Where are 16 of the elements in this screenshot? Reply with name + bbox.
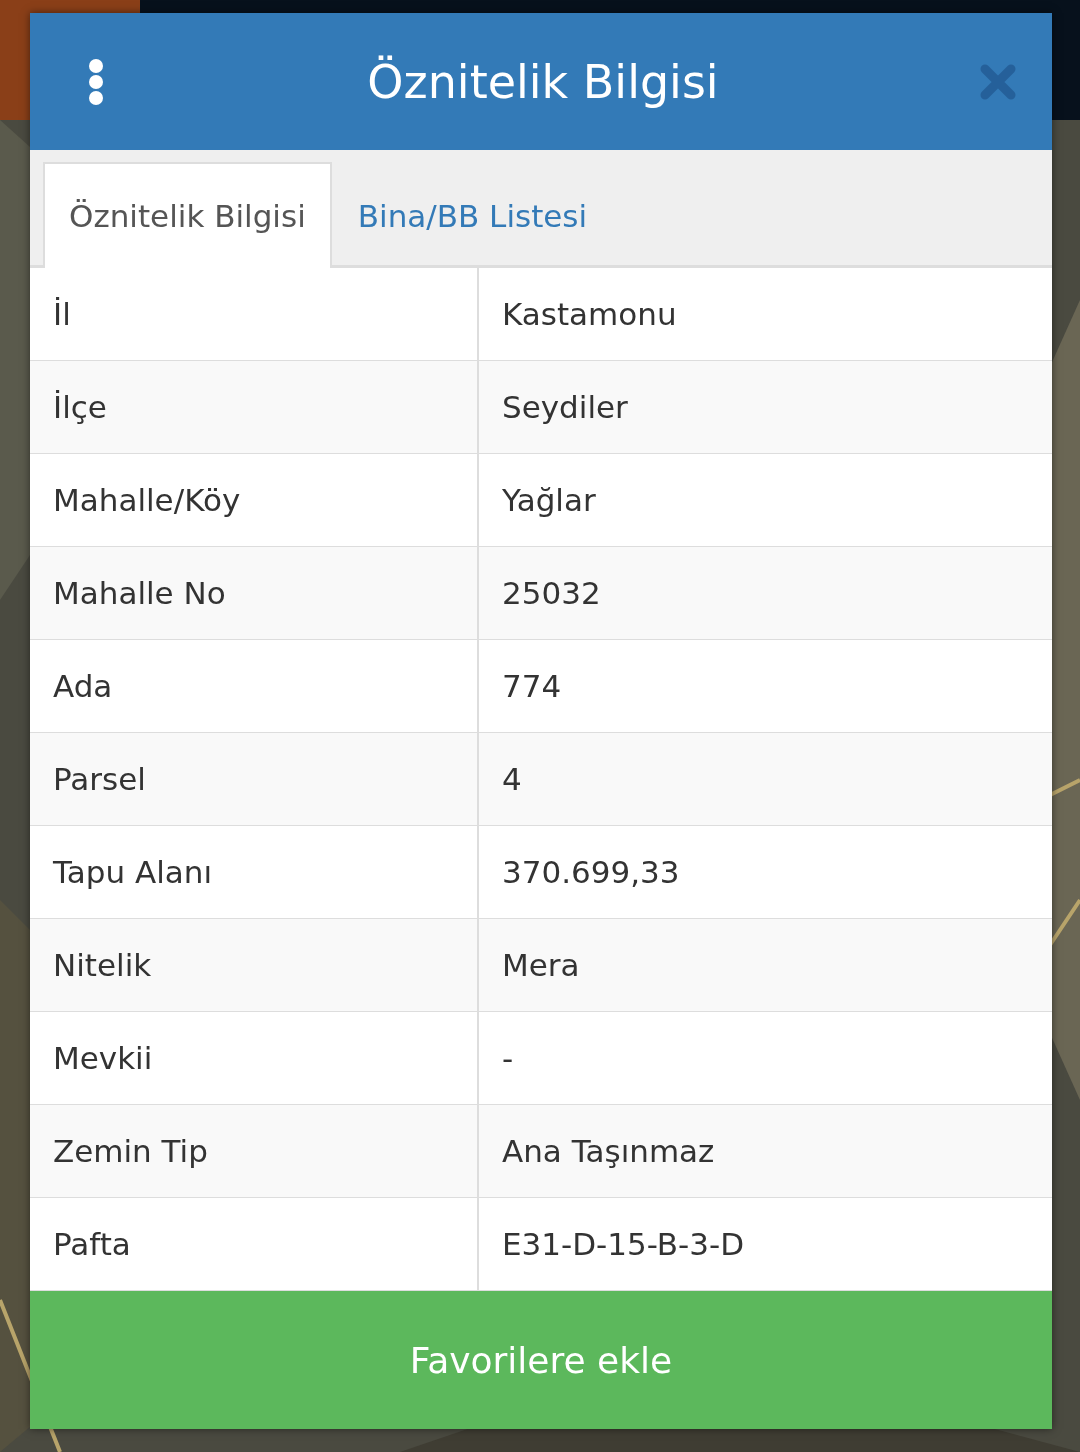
add-to-favorites-button[interactable]: Favorilere ekle	[30, 1291, 1052, 1429]
value-cell-text: Seydiler	[501, 388, 629, 427]
value-cell-text: 774	[501, 667, 563, 706]
tab[interactable]: Bina/BB Listesi	[331, 162, 614, 268]
value-cell-text: 4	[501, 760, 523, 799]
value-cell-text: 370.699,33	[501, 853, 681, 892]
value-cell-text: 25032	[501, 574, 602, 613]
value-cell-text: Mera	[501, 946, 581, 985]
value-cell-text: -	[501, 1039, 515, 1078]
dialog-title: Öznitelik Bilgisi	[367, 54, 719, 109]
value-cell-text: E31-D-15-B-3-D	[501, 1225, 746, 1264]
menu-icon[interactable]	[86, 57, 106, 106]
tab[interactable]: Öznitelik Bilgisi	[43, 162, 332, 268]
value-cell-text: Ana Taşınmaz	[501, 1132, 716, 1171]
value-cell-text: Yağlar	[501, 481, 597, 520]
value-cell-text: Kastamonu	[501, 295, 678, 334]
